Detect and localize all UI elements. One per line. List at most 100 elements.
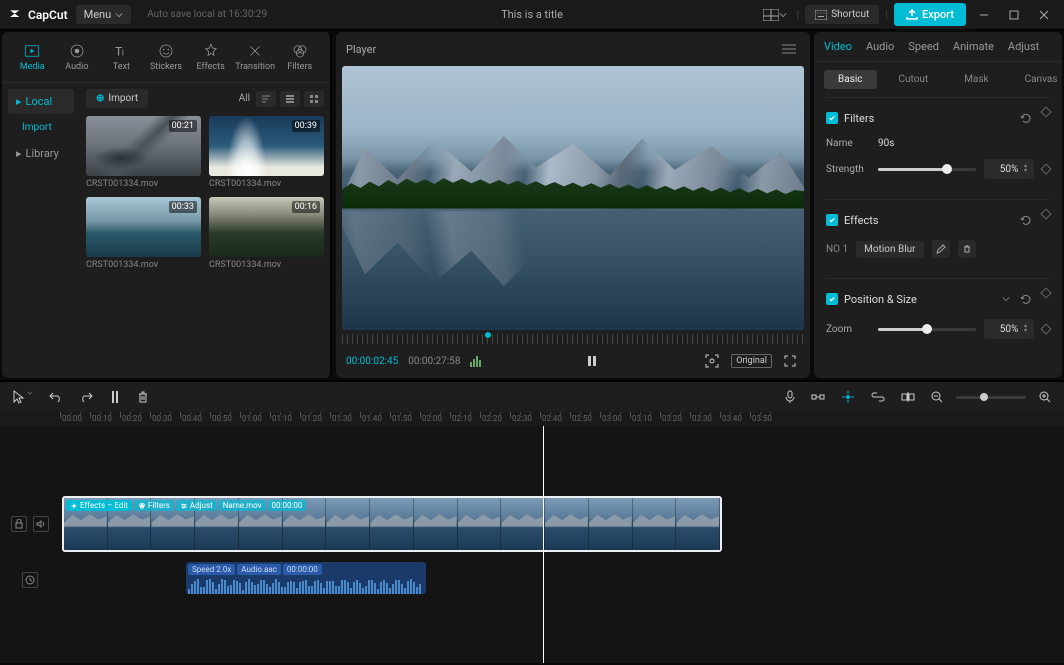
subtab-basic[interactable]: Basic bbox=[824, 70, 877, 89]
timeline-tracks[interactable]: Effects – Edit Filters Adjust Name.mov 0… bbox=[0, 426, 1064, 663]
view-list-button[interactable] bbox=[280, 91, 300, 107]
inspector-tab-animate[interactable]: Animate bbox=[953, 40, 994, 53]
media-item[interactable]: 00:33 CRST001334.mov bbox=[86, 197, 201, 270]
linkage-button[interactable] bbox=[868, 389, 888, 405]
audio-clip[interactable]: Speed 2.0x Audio.aac 00:00:00 bbox=[186, 562, 426, 594]
zoom-slider[interactable] bbox=[878, 328, 976, 331]
delete-effect-button[interactable] bbox=[958, 240, 976, 258]
trash-icon bbox=[137, 390, 149, 404]
inspector-panel: Video Audio Speed Animate Adjust Basic C… bbox=[814, 32, 1062, 378]
shortcut-button[interactable]: Shortcut bbox=[805, 5, 879, 24]
reset-button[interactable] bbox=[1016, 289, 1036, 309]
chevron-down-icon bbox=[115, 11, 123, 19]
project-title[interactable]: This is a title bbox=[501, 8, 563, 21]
sparkle-icon bbox=[70, 502, 78, 510]
media-item[interactable]: 00:39 CRST001334.mov bbox=[209, 116, 324, 189]
reset-icon bbox=[1020, 214, 1032, 226]
keyframe-button[interactable] bbox=[1040, 106, 1051, 117]
tab-effects[interactable]: Effects bbox=[188, 38, 233, 76]
strength-slider[interactable] bbox=[878, 168, 976, 171]
lock-icon bbox=[15, 519, 23, 529]
keyframe-button[interactable] bbox=[1040, 323, 1051, 334]
stickers-icon bbox=[157, 42, 175, 60]
subtab-cutout[interactable]: Cutout bbox=[885, 70, 943, 89]
timeline-ruler[interactable]: 00:0000:1000:2000:3000:4000:5001:0001:10… bbox=[0, 412, 1064, 426]
effects-checkbox[interactable] bbox=[826, 214, 838, 226]
tab-audio[interactable]: Audio bbox=[55, 38, 100, 76]
undo-button[interactable] bbox=[46, 388, 66, 406]
tab-text[interactable]: TI Text bbox=[99, 38, 144, 76]
filter-name-label: Name bbox=[826, 138, 870, 149]
audio-name-badge: Audio.aac bbox=[237, 564, 281, 575]
edit-effect-button[interactable] bbox=[932, 240, 950, 258]
clip-timecode-badge: 00:00:00 bbox=[268, 500, 307, 511]
media-item[interactable]: 00:21 CRST001334.mov bbox=[86, 116, 201, 189]
menu-button[interactable]: Menu bbox=[76, 5, 132, 24]
preview-axis-button[interactable] bbox=[898, 388, 918, 406]
nav-library[interactable]: ▸Library bbox=[8, 141, 74, 166]
view-grid-button[interactable] bbox=[304, 91, 324, 107]
keyframe-button[interactable] bbox=[1040, 208, 1051, 219]
track-lock-button[interactable] bbox=[11, 516, 27, 532]
strength-input[interactable]: 50%▴▾ bbox=[984, 159, 1034, 179]
minimize-button[interactable] bbox=[972, 3, 996, 27]
timeline-zoom-slider[interactable] bbox=[956, 396, 1026, 399]
clip-badge-effects[interactable]: Effects – Edit bbox=[66, 500, 132, 511]
tab-transition[interactable]: Transition bbox=[233, 38, 278, 76]
track-mute-button[interactable] bbox=[33, 516, 49, 532]
subtab-mask[interactable]: Mask bbox=[950, 70, 1002, 89]
tab-stickers[interactable]: Stickers bbox=[144, 38, 189, 76]
sort-button[interactable] bbox=[256, 91, 276, 107]
position-checkbox[interactable] bbox=[826, 293, 838, 305]
main-track-magnet-button[interactable] bbox=[808, 388, 828, 406]
clip-badge-filters[interactable]: Filters bbox=[134, 500, 174, 511]
player-menu-button[interactable] bbox=[778, 40, 800, 58]
import-button[interactable]: ⊕Import bbox=[86, 89, 148, 108]
fullscreen-button[interactable] bbox=[780, 351, 800, 371]
player-scrubber[interactable] bbox=[342, 334, 804, 344]
split-button[interactable] bbox=[106, 387, 124, 407]
playhead[interactable] bbox=[543, 426, 544, 663]
tab-media[interactable]: Media bbox=[10, 38, 55, 76]
redo-button[interactable] bbox=[76, 388, 96, 406]
inspector-tab-adjust[interactable]: Adjust bbox=[1008, 40, 1039, 53]
close-icon bbox=[1039, 10, 1049, 20]
zoom-in-button[interactable] bbox=[1036, 388, 1054, 406]
keyframe-button[interactable] bbox=[1040, 163, 1051, 174]
inspector-tab-audio[interactable]: Audio bbox=[866, 40, 894, 53]
nav-import[interactable]: Import bbox=[8, 116, 74, 139]
maximize-button[interactable] bbox=[1002, 3, 1026, 27]
original-badge[interactable]: Original bbox=[731, 354, 772, 368]
zoom-input[interactable]: 50%▴▾ bbox=[984, 319, 1034, 339]
clip-duration: 00:16 bbox=[292, 201, 320, 213]
preview-quality-button[interactable] bbox=[701, 350, 723, 372]
player-viewport[interactable] bbox=[342, 66, 804, 330]
keyframe-button[interactable] bbox=[1040, 287, 1051, 298]
filters-checkbox[interactable] bbox=[826, 112, 838, 124]
media-item[interactable]: 00:16 CRST001334.mov bbox=[209, 197, 324, 270]
tab-filters[interactable]: Filters bbox=[277, 38, 322, 76]
zoom-out-button[interactable] bbox=[928, 388, 946, 406]
layout-button[interactable] bbox=[759, 5, 791, 25]
reset-button[interactable] bbox=[1016, 108, 1036, 128]
export-button[interactable]: Export bbox=[894, 3, 966, 26]
delete-button[interactable] bbox=[134, 387, 152, 407]
clip-name: CRST001334.mov bbox=[209, 179, 324, 189]
nav-local[interactable]: ▸Local bbox=[8, 89, 74, 114]
clip-badge-adjust[interactable]: Adjust bbox=[176, 500, 217, 511]
close-button[interactable] bbox=[1032, 3, 1056, 27]
subtab-canvas[interactable]: Canvas bbox=[1011, 70, 1062, 89]
inspector-tab-speed[interactable]: Speed bbox=[908, 40, 939, 53]
play-pause-button[interactable] bbox=[581, 350, 603, 372]
auto-snap-button[interactable] bbox=[838, 387, 858, 407]
zoom-in-icon bbox=[1039, 391, 1051, 403]
record-voiceover-button[interactable] bbox=[782, 387, 798, 407]
filter-all[interactable]: All bbox=[239, 93, 250, 104]
select-tool[interactable] bbox=[10, 387, 36, 407]
video-clip[interactable]: Effects – Edit Filters Adjust Name.mov 0… bbox=[62, 496, 722, 552]
inspector-tab-video[interactable]: Video bbox=[824, 40, 852, 53]
maximize-icon bbox=[1009, 10, 1019, 20]
reset-button[interactable] bbox=[1016, 210, 1036, 230]
clip-duration: 00:33 bbox=[169, 201, 197, 213]
track-timing-button[interactable] bbox=[22, 572, 38, 588]
